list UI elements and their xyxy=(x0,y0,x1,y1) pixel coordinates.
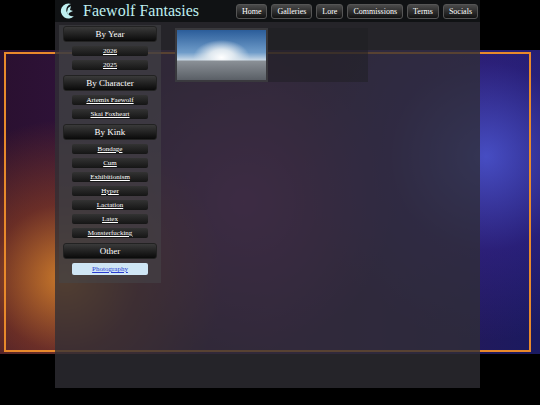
sidebar-item[interactable]: Cum xyxy=(72,158,148,168)
header-bar: Faewolf Fantasies HomeGalleries Lore Commis… xyxy=(55,0,480,22)
section-heading[interactable]: Other xyxy=(63,243,157,259)
section-heading[interactable]: By Character xyxy=(63,75,157,91)
section-heading[interactable]: By Kink xyxy=(63,124,157,140)
page-body: By Year 2026 2025 By Character Artemis Faewo… xyxy=(55,22,480,388)
main-column: Faewolf Fantasies HomeGalleries Lore Commis… xyxy=(55,0,480,388)
sidebar-item[interactable]: Bondage xyxy=(72,144,148,154)
sidebar-section: By Character Artemis Faewolf Skai Foxheart xyxy=(63,74,157,123)
sidebar-item[interactable]: Artemis Faewolf xyxy=(72,95,148,105)
sidebar-item[interactable]: Lactation xyxy=(72,200,148,210)
sidebar-section: By Kink Bondage Cum Exhibitionism Hyper Lacta… xyxy=(63,123,157,242)
sidebar-section: By Year 2026 2025 xyxy=(63,25,157,74)
photo xyxy=(177,30,266,80)
moon-wolf-logo-icon xyxy=(59,2,77,20)
sidebar-item[interactable]: Photography xyxy=(72,263,148,275)
nav-button[interactable]: Commissions xyxy=(347,4,403,19)
nav-button[interactable]: Lore xyxy=(316,4,343,19)
sidebar-item[interactable]: 2026 xyxy=(72,46,148,56)
nav-button[interactable]: Home xyxy=(236,4,268,19)
brand[interactable]: Faewolf Fantasies xyxy=(59,2,199,20)
nav-button[interactable]: Galleries xyxy=(271,4,312,19)
sidebar-item[interactable]: Latex xyxy=(72,214,148,224)
gallery-row xyxy=(175,28,368,82)
section-heading[interactable]: By Year xyxy=(63,26,157,42)
sidebar-section: Other Photography xyxy=(63,242,157,279)
sidebar: By Year 2026 2025 By Character Artemis Faewo… xyxy=(59,25,161,283)
sidebar-item[interactable]: Skai Foxheart xyxy=(72,109,148,119)
page: Faewolf Fantasies HomeGalleries Lore Commis… xyxy=(0,0,540,405)
nav-button[interactable]: Socials xyxy=(443,4,478,19)
gallery xyxy=(175,25,480,388)
site-title: Faewolf Fantasies xyxy=(83,2,199,20)
sidebar-item[interactable]: Exhibitionism xyxy=(72,172,148,182)
nav-bar: HomeGalleries Lore Commissions Terms Socials xyxy=(236,4,478,19)
sidebar-item[interactable]: Hyper xyxy=(72,186,148,196)
nav-button[interactable]: Terms xyxy=(407,4,439,19)
photo-thumbnail[interactable] xyxy=(175,28,268,82)
sidebar-item[interactable]: 2025 xyxy=(72,60,148,70)
sidebar-item[interactable]: Monsterfucking xyxy=(72,228,148,238)
